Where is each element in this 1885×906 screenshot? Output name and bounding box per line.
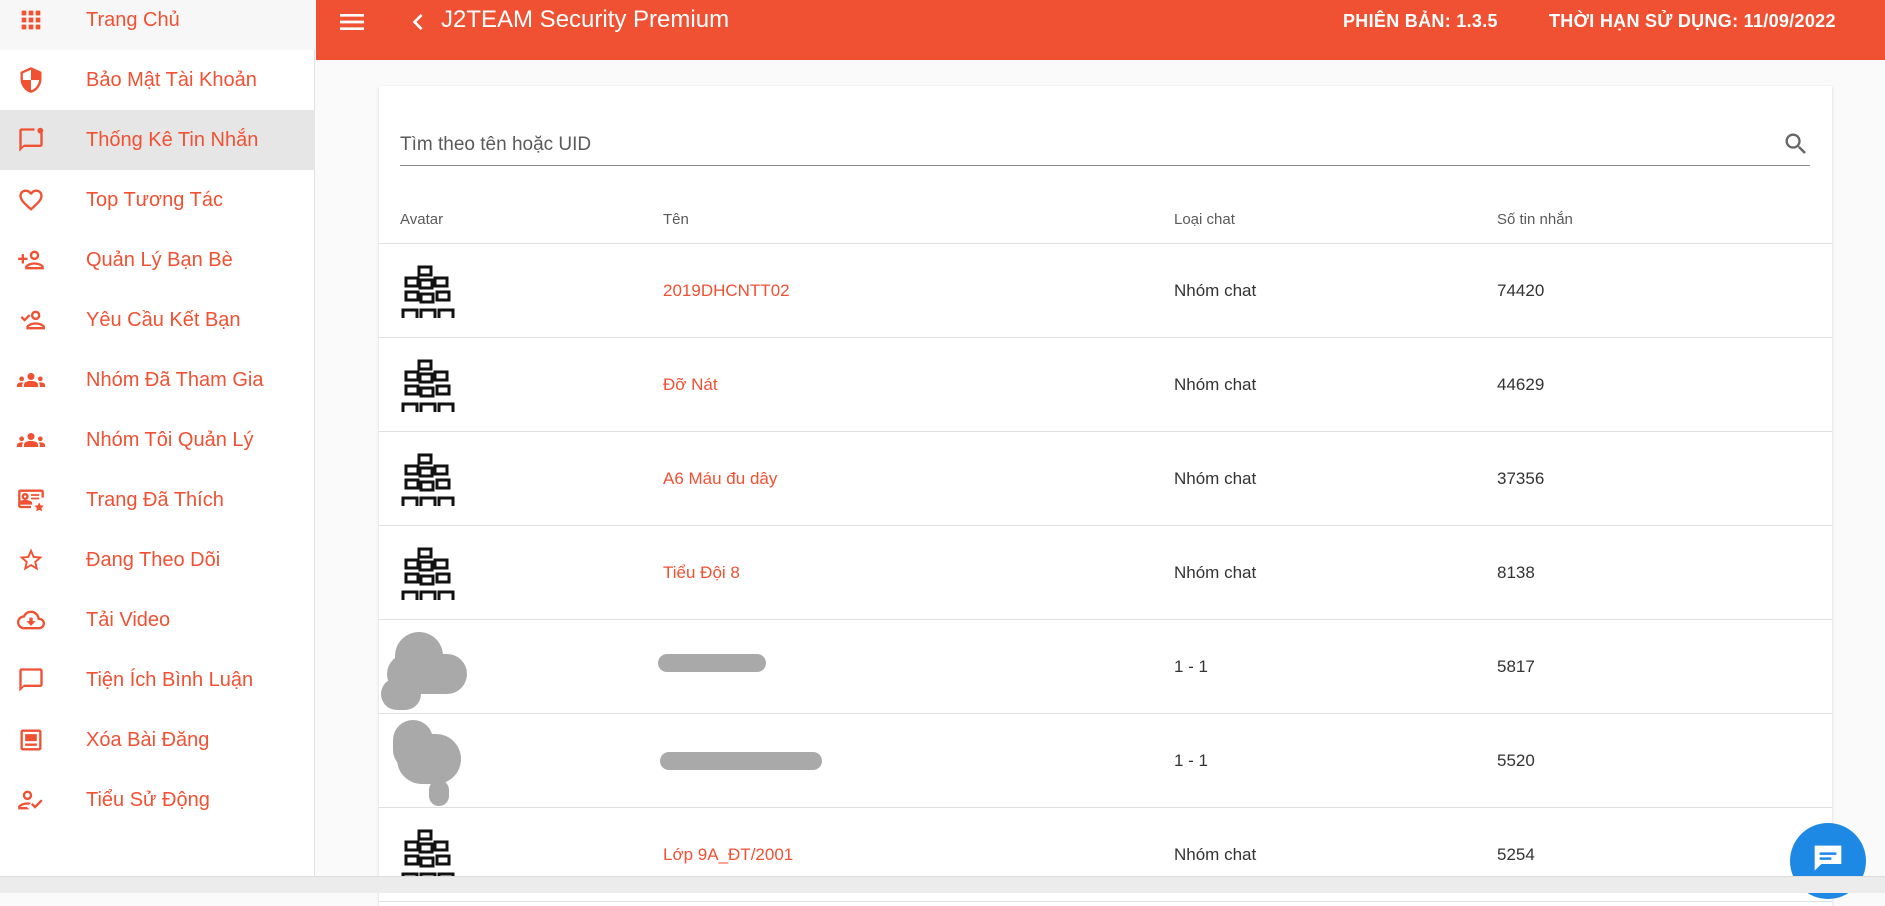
group-chat-icon bbox=[399, 452, 459, 508]
message-count: 37356 bbox=[1497, 469, 1545, 488]
version-label: PHIÊN BẢN: 1.3.5 bbox=[1343, 11, 1498, 31]
column-header-chat-type[interactable]: Loại chat bbox=[1174, 196, 1235, 244]
chat-type: 1 - 1 bbox=[1174, 751, 1209, 770]
sidebar-item-label: Top Tương Tác bbox=[86, 188, 223, 211]
heart-icon bbox=[15, 184, 47, 216]
chat-name-link[interactable]: Đỡ Nát bbox=[663, 338, 718, 432]
search-bar bbox=[400, 126, 1810, 166]
person-edit-icon bbox=[15, 784, 47, 816]
top-app-bar: J2TEAM Security Premium PHIÊN BẢN: 1.3.5… bbox=[316, 0, 1885, 60]
group-chat-icon bbox=[399, 264, 459, 320]
group-manage-icon bbox=[15, 424, 47, 456]
chat-type: Nhóm chat bbox=[1174, 375, 1257, 394]
cloud-download-icon bbox=[15, 604, 47, 636]
message-count: 5817 bbox=[1497, 657, 1535, 676]
redacted-avatar bbox=[381, 626, 477, 712]
sidebar-item-label: Nhóm Tôi Quản Lý bbox=[86, 428, 254, 451]
post-delete-icon bbox=[15, 724, 47, 756]
sidebar-item-label: Tải Video bbox=[86, 608, 171, 631]
group-icon bbox=[15, 364, 47, 396]
shield-icon bbox=[15, 64, 47, 96]
page-star-icon bbox=[15, 484, 47, 516]
redacted-avatar bbox=[393, 718, 469, 808]
search-icon[interactable] bbox=[1782, 130, 1810, 158]
comment-icon bbox=[15, 664, 47, 696]
message-count: 5520 bbox=[1497, 751, 1535, 770]
message-count: 74420 bbox=[1497, 281, 1545, 300]
message-count: 44629 bbox=[1497, 375, 1545, 394]
redacted-name bbox=[658, 654, 766, 672]
person-check-icon bbox=[15, 304, 47, 336]
sidebar-item-friend-requests[interactable]: Yêu Cầu Kết Bạn bbox=[0, 290, 315, 350]
sidebar-item-label: Nhóm Đã Tham Gia bbox=[86, 368, 264, 391]
sidebar-item-label: Xóa Bài Đăng bbox=[86, 728, 210, 751]
table-row[interactable]: Đỡ Nát Nhóm chat 44629 bbox=[379, 338, 1832, 432]
chat-name-link[interactable]: 2019DHCNTT02 bbox=[663, 244, 790, 338]
table-row[interactable]: A6 Máu đu dây Nhóm chat 37356 bbox=[379, 432, 1832, 526]
sidebar-item-download-video[interactable]: Tải Video bbox=[0, 590, 315, 650]
table-header: Avatar Tên Loại chat Số tin nhắn bbox=[379, 196, 1832, 244]
sidebar-item-account-security[interactable]: Bảo Mật Tài Khoản bbox=[0, 50, 315, 110]
sidebar: Trang Chủ Bảo Mật Tài Khoản Thống Kê Tin… bbox=[0, 0, 315, 876]
message-count: 8138 bbox=[1497, 563, 1535, 582]
sidebar-item-dynamic-bio[interactable]: Tiểu Sử Động bbox=[0, 770, 315, 830]
sidebar-item-label: Tiểu Sử Động bbox=[86, 788, 210, 811]
message-notification-icon bbox=[15, 124, 47, 156]
chat-type: Nhóm chat bbox=[1174, 563, 1257, 582]
expiry-label: THỜI HẠN SỬ DỤNG: 11/09/2022 bbox=[1549, 11, 1836, 31]
sidebar-item-label: Yêu Cầu Kết Bạn bbox=[86, 308, 241, 331]
sidebar-item-label: Quản Lý Bạn Bè bbox=[86, 248, 233, 271]
table-row[interactable]: 1 - 1 5817 bbox=[379, 620, 1832, 714]
app-title: J2TEAM Security Premium bbox=[441, 6, 730, 33]
sidebar-item-label: Trang Đã Thích bbox=[86, 488, 224, 511]
sidebar-item-message-stats[interactable]: Thống Kê Tin Nhắn bbox=[0, 110, 315, 170]
chat-type: Nhóm chat bbox=[1174, 281, 1257, 300]
menu-icon[interactable] bbox=[336, 6, 368, 38]
group-chat-icon bbox=[399, 546, 459, 602]
chat-name-link[interactable]: A6 Máu đu dây bbox=[663, 432, 777, 526]
sidebar-item-manage-friends[interactable]: Quản Lý Bạn Bè bbox=[0, 230, 315, 290]
sidebar-item-following[interactable]: Đang Theo Dõi bbox=[0, 530, 315, 590]
redacted-name bbox=[660, 752, 822, 770]
message-stats-card: Avatar Tên Loại chat Số tin nhắn 2019DHC… bbox=[379, 86, 1832, 906]
sidebar-item-managed-groups[interactable]: Nhóm Tôi Quản Lý bbox=[0, 410, 315, 470]
sidebar-item-label: Thống Kê Tin Nhắn bbox=[86, 128, 259, 151]
chat-type: 1 - 1 bbox=[1174, 657, 1209, 676]
sidebar-item-comment-tools[interactable]: Tiện Ích Bình Luận bbox=[0, 650, 315, 710]
group-chat-icon bbox=[399, 358, 459, 414]
search-input[interactable] bbox=[400, 126, 1760, 164]
sidebar-item-liked-pages[interactable]: Trang Đã Thích bbox=[0, 470, 315, 530]
sidebar-item-top-interactions[interactable]: Top Tương Tác bbox=[0, 170, 315, 230]
table-row[interactable]: 2019DHCNTT02 Nhóm chat 74420 bbox=[379, 244, 1832, 338]
sidebar-item-home[interactable]: Trang Chủ bbox=[0, 0, 315, 50]
sidebar-item-label: Trang Chủ bbox=[86, 8, 180, 31]
sidebar-item-joined-groups[interactable]: Nhóm Đã Tham Gia bbox=[0, 350, 315, 410]
table-row[interactable]: Tiểu Đội 8 Nhóm chat 8138 bbox=[379, 526, 1832, 620]
column-header-name[interactable]: Tên bbox=[663, 196, 689, 244]
person-add-icon bbox=[15, 244, 47, 276]
apps-grid-icon bbox=[15, 4, 47, 36]
table-row[interactable]: 1 - 1 5520 bbox=[379, 714, 1832, 808]
chat-name-link[interactable]: Tiểu Đội 8 bbox=[663, 526, 740, 620]
sidebar-item-label: Đang Theo Dõi bbox=[86, 548, 221, 571]
column-header-message-count[interactable]: Số tin nhắn bbox=[1497, 196, 1573, 244]
sidebar-item-label: Tiện Ích Bình Luận bbox=[86, 668, 254, 691]
sidebar-item-delete-posts[interactable]: Xóa Bài Đăng bbox=[0, 710, 315, 770]
back-arrow-icon[interactable] bbox=[402, 6, 434, 38]
star-icon bbox=[15, 544, 47, 576]
bottom-status-bar bbox=[0, 876, 1885, 893]
chat-type: Nhóm chat bbox=[1174, 469, 1257, 488]
sidebar-item-label: Bảo Mật Tài Khoản bbox=[86, 68, 257, 91]
column-header-avatar[interactable]: Avatar bbox=[400, 196, 443, 244]
